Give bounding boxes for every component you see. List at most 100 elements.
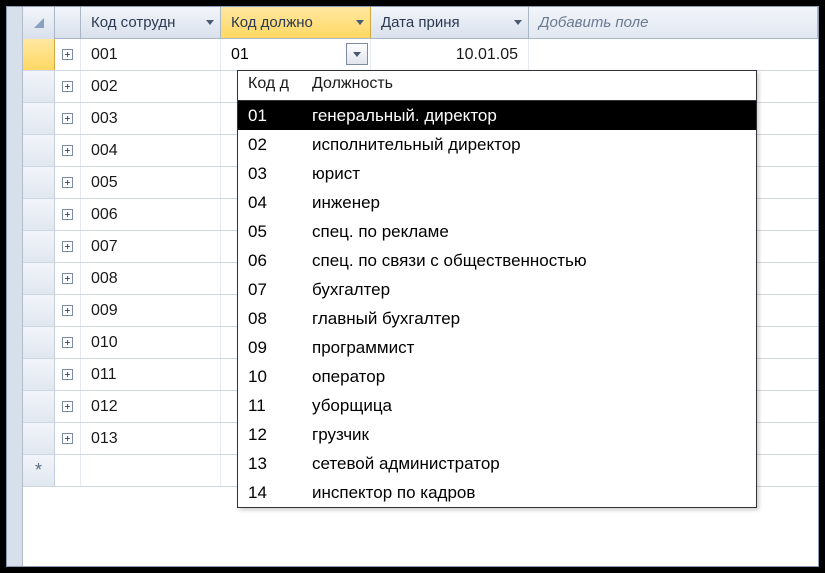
datasheet-window: Код сотрудн Код должно Дата приня Добави… xyxy=(6,6,819,567)
plus-icon xyxy=(62,433,73,444)
dropdown-item[interactable]: 11уборщица xyxy=(238,391,756,420)
row-selector[interactable] xyxy=(23,167,55,198)
dropdown-item-code: 11 xyxy=(238,396,302,416)
expand-cell[interactable] xyxy=(55,423,81,454)
dropdown-item[interactable]: 07бухгалтер xyxy=(238,275,756,304)
cell-employee-code[interactable]: 005 xyxy=(81,167,221,198)
dropdown-item-code: 08 xyxy=(238,309,302,329)
cell-employee-code[interactable]: 007 xyxy=(81,231,221,262)
dropdown-item[interactable]: 02исполнительный директор xyxy=(238,130,756,159)
cell-employee-code[interactable]: 002 xyxy=(81,71,221,102)
column-header-date[interactable]: Дата приня xyxy=(371,7,529,38)
dropdown-item[interactable]: 14инспектор по кадров xyxy=(238,478,756,507)
cell-employee-code[interactable]: 003 xyxy=(81,103,221,134)
expand-cell[interactable] xyxy=(55,295,81,326)
row-selector[interactable] xyxy=(23,103,55,134)
dropdown-item-code: 13 xyxy=(238,454,302,474)
cell-employee-code[interactable]: 013 xyxy=(81,423,221,454)
dropdown-item[interactable]: 12грузчик xyxy=(238,420,756,449)
dropdown-item-code: 12 xyxy=(238,425,302,445)
dropdown-item-name: инспектор по кадров xyxy=(302,483,756,503)
cell-employee-code[interactable]: 008 xyxy=(81,263,221,294)
dropdown-item-name: программист xyxy=(302,338,756,358)
cell-employee-code[interactable]: 001 xyxy=(81,39,221,70)
row-selector[interactable] xyxy=(23,199,55,230)
expand-cell[interactable] xyxy=(55,327,81,358)
dropdown-item[interactable]: 03юрист xyxy=(238,159,756,188)
dropdown-item-code: 05 xyxy=(238,222,302,242)
dropdown-item-name: спец. по связи с общественностью xyxy=(302,251,756,271)
row-selector[interactable] xyxy=(23,391,55,422)
dropdown-item[interactable]: 09программист xyxy=(238,333,756,362)
row-selector[interactable] xyxy=(23,327,55,358)
column-label: Добавить поле xyxy=(539,14,648,31)
row-selector[interactable] xyxy=(23,359,55,390)
dropdown-item[interactable]: 04инженер xyxy=(238,188,756,217)
column-label: Код сотрудн xyxy=(91,14,175,31)
dropdown-item-code: 06 xyxy=(238,251,302,271)
dropdown-item-name: уборщица xyxy=(302,396,756,416)
dropdown-item[interactable]: 01генеральный. директор xyxy=(238,101,756,130)
row-selector[interactable] xyxy=(23,39,55,70)
column-header-add-field[interactable]: Добавить поле xyxy=(529,7,818,38)
expand-cell[interactable] xyxy=(55,231,81,262)
row-selector[interactable] xyxy=(23,295,55,326)
plus-icon xyxy=(62,337,73,348)
row-selector[interactable] xyxy=(23,231,55,262)
chevron-down-icon xyxy=(514,20,522,25)
cell-employee-code[interactable]: 004 xyxy=(81,135,221,166)
dropdown-item-name: инженер xyxy=(302,193,756,213)
expand-cell[interactable] xyxy=(55,71,81,102)
plus-icon xyxy=(62,81,73,92)
dropdown-list: 01генеральный. директор02исполнительный … xyxy=(238,101,756,507)
dropdown-item-name: генеральный. директор xyxy=(302,106,756,126)
expand-cell[interactable] xyxy=(55,263,81,294)
dropdown-item-code: 04 xyxy=(238,193,302,213)
cell-employee-code[interactable]: 009 xyxy=(81,295,221,326)
row-selector[interactable]: * xyxy=(23,455,55,486)
plus-icon xyxy=(62,401,73,412)
row-selector[interactable] xyxy=(23,71,55,102)
expand-cell[interactable] xyxy=(55,39,81,70)
expand-cell[interactable] xyxy=(55,199,81,230)
expand-cell[interactable] xyxy=(55,391,81,422)
dropdown-item-name: оператор xyxy=(302,367,756,387)
select-all-icon xyxy=(34,18,44,28)
cell-employee-code[interactable]: 010 xyxy=(81,327,221,358)
dropdown-item-code: 02 xyxy=(238,135,302,155)
dropdown-item[interactable]: 13сетевой администратор xyxy=(238,449,756,478)
expand-cell[interactable] xyxy=(55,135,81,166)
dropdown-item-name: сетевой администратор xyxy=(302,454,756,474)
expand-cell[interactable] xyxy=(55,167,81,198)
column-label: Дата приня xyxy=(381,14,460,31)
column-header-employee[interactable]: Код сотрудн xyxy=(81,7,221,38)
combo-dropdown-button[interactable] xyxy=(346,43,368,65)
row-selector[interactable] xyxy=(23,423,55,454)
cell-position-code[interactable] xyxy=(221,39,371,70)
plus-icon xyxy=(62,241,73,252)
column-header-row: Код сотрудн Код должно Дата приня Добави… xyxy=(23,7,818,39)
dropdown-item[interactable]: 08главный бухгалтер xyxy=(238,304,756,333)
dropdown-item-name: юрист xyxy=(302,164,756,184)
table-row[interactable]: 001 10.01.05 xyxy=(23,39,818,71)
dropdown-item-name: главный бухгалтер xyxy=(302,309,756,329)
column-header-position[interactable]: Код должно xyxy=(221,7,371,38)
plus-icon xyxy=(62,369,73,380)
dropdown-item[interactable]: 06спец. по связи с общественностью xyxy=(238,246,756,275)
cell-hire-date[interactable]: 10.01.05 xyxy=(371,39,529,70)
dropdown-header-name: Должность xyxy=(302,71,756,100)
cell-employee-code[interactable]: 006 xyxy=(81,199,221,230)
cell-employee-code[interactable]: 011 xyxy=(81,359,221,390)
chevron-down-icon xyxy=(206,20,214,25)
cell-employee-code[interactable]: 012 xyxy=(81,391,221,422)
expand-cell[interactable] xyxy=(55,359,81,390)
dropdown-item[interactable]: 10оператор xyxy=(238,362,756,391)
expand-cell xyxy=(55,455,81,486)
expand-cell[interactable] xyxy=(55,103,81,134)
empty-cell[interactable] xyxy=(81,455,221,486)
select-all-corner[interactable] xyxy=(23,7,55,39)
row-selector[interactable] xyxy=(23,135,55,166)
dropdown-item[interactable]: 05спец. по рекламе xyxy=(238,217,756,246)
dropdown-header: Код д Должность xyxy=(238,71,756,101)
row-selector[interactable] xyxy=(23,263,55,294)
